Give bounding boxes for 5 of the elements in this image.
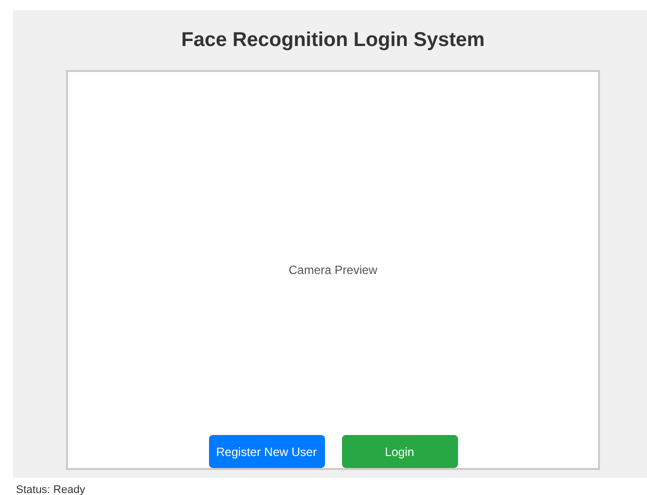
login-button[interactable]: Login (342, 435, 458, 468)
register-button[interactable]: Register New User (208, 435, 324, 468)
preview-label: Camera Preview (288, 263, 378, 277)
window-title: Face Recognition Login System (180, 28, 486, 52)
status-text: Status: Ready (16, 484, 86, 495)
